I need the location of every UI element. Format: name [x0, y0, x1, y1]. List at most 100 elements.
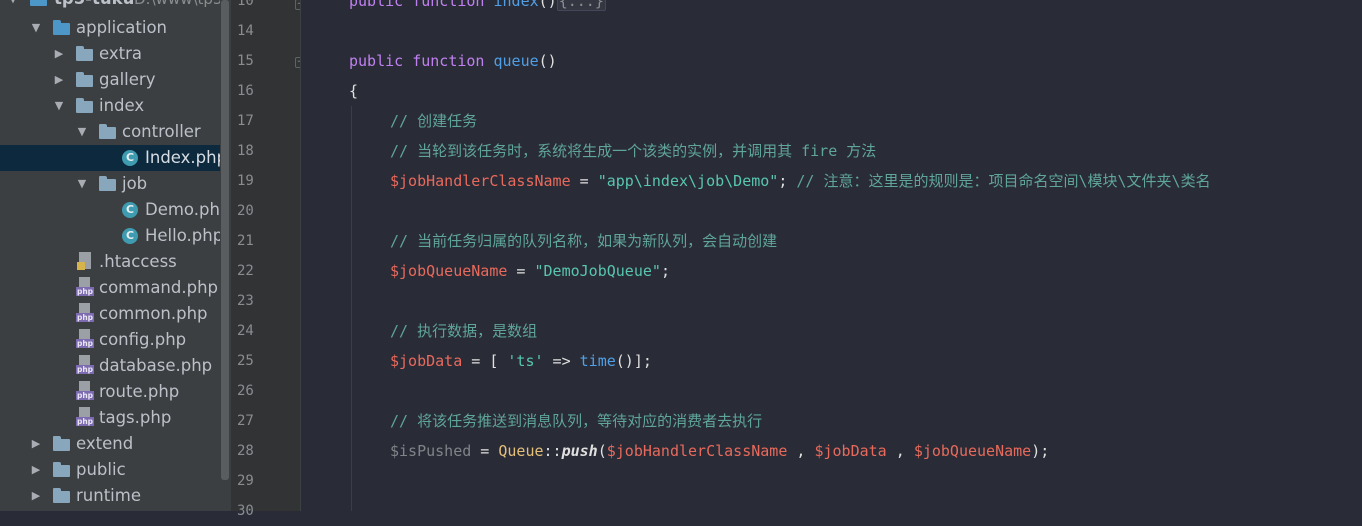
chevron-down-icon[interactable]: ▼	[75, 119, 89, 145]
chevron-right-icon[interactable]: ▶	[29, 483, 43, 509]
folder-icon	[76, 46, 94, 62]
php-file-icon: php	[76, 355, 94, 374]
tree-item-label: Demo.php	[145, 200, 220, 219]
tree-item-extra[interactable]: ▶ extra	[0, 41, 220, 67]
chevron-down-icon[interactable]: ▼	[6, 0, 20, 12]
folder-icon	[76, 98, 94, 114]
tree-root-row[interactable]: ▼ tp5-tuku D:\www\tp5-	[0, 0, 220, 12]
code-line-16: {	[349, 82, 359, 100]
code-line-17: // 创建任务	[390, 112, 478, 130]
code-line-27: // 将该任务推送到消息队列，等待对应的消费者去执行	[390, 412, 763, 430]
tree-item-htaccess[interactable]: .htaccess	[0, 249, 220, 275]
tree-item-label: route.php	[99, 382, 180, 401]
code-line-25: $jobData = [ 'ts' => time()];	[390, 352, 652, 370]
tree-item-tags-php[interactable]: php tags.php	[0, 405, 220, 431]
php-class-icon: C	[122, 150, 138, 166]
tree-item-runtime[interactable]: ▶ runtime	[0, 483, 220, 509]
chevron-down-icon[interactable]: ▼	[75, 171, 89, 197]
line-number: 26	[237, 383, 254, 399]
php-file-icon: php	[76, 303, 94, 322]
tree-item-label: controller	[122, 122, 201, 141]
line-number: 14	[237, 23, 254, 39]
tree-item-label: .htaccess	[99, 252, 177, 271]
line-number: 22	[237, 263, 254, 279]
folder-icon	[30, 0, 48, 7]
chevron-down-icon[interactable]: ▼	[29, 15, 43, 41]
tree-item-label: extra	[99, 44, 142, 63]
htaccess-file-icon	[77, 252, 95, 270]
line-number: 10	[237, 0, 254, 9]
tree-item-index-php[interactable]: C Index.php	[0, 145, 220, 171]
chevron-right-icon[interactable]: ▶	[29, 431, 43, 457]
php-file-icon: php	[76, 329, 94, 348]
tree-item-hello-php[interactable]: C Hello.php	[0, 223, 220, 249]
code-editor[interactable]: public function index() {...} public func…	[301, 0, 1362, 511]
line-number: 27	[237, 413, 254, 429]
folded-region[interactable]: {...}	[556, 0, 606, 11]
code-line-22: $jobQueueName = "DemoJobQueue";	[390, 262, 670, 280]
code-line-19: $jobHandlerClassName = "app\index\job\De…	[390, 172, 1211, 190]
line-number: 19	[237, 173, 254, 189]
line-number-gutter: 10 14 15 16 17 18 19 20 21 22 23 24 25 2…	[231, 0, 306, 519]
folder-icon	[53, 20, 71, 36]
php-file-icon: php	[76, 381, 94, 400]
code-line-21: // 当前任务归属的队列名称，如果为新队列，会自动创建	[390, 232, 778, 250]
line-number: 23	[237, 293, 254, 309]
php-file-icon: php	[76, 277, 94, 296]
chevron-right-icon[interactable]: ▶	[29, 457, 43, 483]
tree-item-label: tags.php	[99, 408, 172, 427]
tree-item-label: extend	[76, 434, 134, 453]
line-number: 20	[237, 203, 254, 219]
tree-item-label: command.php	[99, 278, 219, 297]
folder-icon	[53, 488, 71, 504]
chevron-right-icon[interactable]: ▶	[52, 41, 66, 67]
line-number: 21	[237, 233, 254, 249]
project-tree: ▼ tp5-tuku D:\www\tp5- ▼ application ▶ e…	[0, 0, 220, 511]
code-line-10: public function index() {...}	[349, 0, 606, 16]
tree-item-label: Hello.php	[145, 226, 220, 245]
scrollbar-thumb[interactable]	[221, 0, 229, 480]
tree-item-command-php[interactable]: php command.php	[0, 275, 220, 301]
tree-scrollbar[interactable]	[220, 0, 231, 511]
tree-item-job[interactable]: ▼ job	[0, 171, 220, 197]
line-number: 17	[237, 113, 254, 129]
tree-item-database-php[interactable]: php database.php	[0, 353, 220, 379]
tree-item-label: Index.php	[145, 148, 220, 167]
tree-item-route-php[interactable]: php route.php	[0, 379, 220, 405]
indent-guide	[351, 106, 352, 511]
tree-item-label: index	[99, 96, 145, 115]
tree-item-application[interactable]: ▼ application	[0, 15, 220, 41]
tree-item-label: runtime	[76, 486, 141, 505]
folder-icon	[53, 436, 71, 452]
line-number: 28	[237, 443, 254, 459]
php-file-icon: php	[76, 407, 94, 426]
tree-item-common-php[interactable]: php common.php	[0, 301, 220, 327]
tree-item-label: gallery	[99, 70, 156, 89]
tree-item-label: database.php	[99, 356, 213, 375]
tree-item-label: application	[76, 18, 168, 37]
tree-item-label: public	[76, 460, 126, 479]
tree-item-public[interactable]: ▶ public	[0, 457, 220, 483]
folder-icon	[99, 124, 117, 140]
chevron-right-icon[interactable]: ▶	[52, 67, 66, 93]
line-number: 16	[237, 83, 254, 99]
tree-item-label: config.php	[99, 330, 187, 349]
code-line-24: // 执行数据，是数组	[390, 322, 538, 340]
line-number: 30	[237, 503, 254, 519]
tree-item-demo-php[interactable]: C Demo.php	[0, 197, 220, 223]
php-class-icon: C	[122, 228, 138, 244]
line-number: 15	[237, 53, 254, 69]
chevron-down-icon[interactable]: ▼	[52, 93, 66, 119]
tree-item-extend[interactable]: ▶ extend	[0, 431, 220, 457]
folder-icon	[76, 72, 94, 88]
folder-icon	[53, 462, 71, 478]
line-number: 25	[237, 353, 254, 369]
tree-item-index[interactable]: ▼ index	[0, 93, 220, 119]
project-root-name: tp5-tuku	[54, 0, 134, 12]
tree-item-controller[interactable]: ▼ controller	[0, 119, 220, 145]
line-number: 24	[237, 323, 254, 339]
tree-item-gallery[interactable]: ▶ gallery	[0, 67, 220, 93]
code-line-18: // 当轮到该任务时，系统将生成一个该类的实例，并调用其 fire 方法	[390, 142, 877, 160]
tree-item-config-php[interactable]: php config.php	[0, 327, 220, 353]
tree-item-label: job	[122, 174, 148, 193]
